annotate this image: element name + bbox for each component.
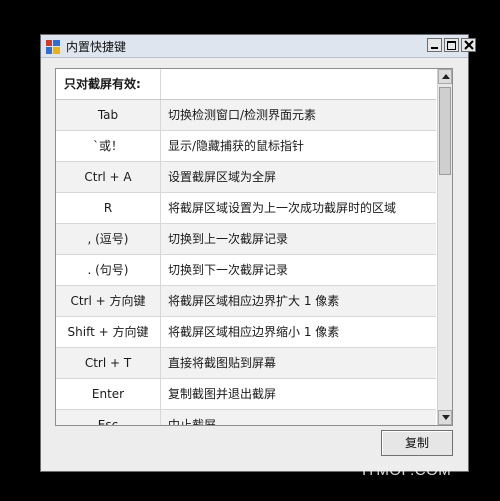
table-row[interactable]: Esc 中止截屏	[56, 410, 436, 426]
shortcut-window: 内置快捷键 只对截屏有效: Tab 切换检测窗口/检测界面元素 `或！ 显示/隐…	[40, 34, 476, 472]
shortcut-key: Shift + 方向键	[56, 317, 161, 347]
window-title: 内置快捷键	[66, 40, 127, 54]
table-header-row: 只对截屏有效:	[56, 69, 436, 100]
scroll-up-arrow-icon[interactable]	[438, 69, 452, 84]
table-row[interactable]: Ctrl + 方向键 将截屏区域相应边界扩大 1 像素	[56, 286, 436, 317]
shortcut-description: 显示/隐藏捕获的鼠标指针	[168, 139, 305, 153]
shortcut-key: Tab	[56, 100, 161, 130]
shortcut-table: 只对截屏有效: Tab 切换检测窗口/检测界面元素 `或！ 显示/隐藏捕获的鼠标…	[56, 69, 436, 426]
title-bar[interactable]: 内置快捷键	[41, 35, 476, 58]
table-row[interactable]: Ctrl + T 直接将截图贴到屏幕	[56, 348, 436, 379]
shortcut-key: , (逗号)	[56, 224, 161, 254]
shortcut-key: Esc	[56, 410, 161, 425]
app-icon	[46, 39, 60, 54]
shortcut-list[interactable]: 只对截屏有效: Tab 切换检测窗口/检测界面元素 `或！ 显示/隐藏捕获的鼠标…	[55, 68, 453, 426]
close-icon	[464, 40, 474, 50]
shortcut-key: Ctrl + 方向键	[56, 286, 161, 316]
shortcut-description: 切换到上一次截屏记录	[168, 232, 289, 246]
table-row[interactable]: Tab 切换检测窗口/检测界面元素	[56, 100, 436, 131]
shortcut-key: `或！	[56, 131, 161, 161]
shortcut-description: 将截屏区域相应边界缩小 1 像素	[168, 325, 340, 339]
shortcut-description: 切换到下一次截屏记录	[168, 263, 289, 277]
shortcut-description: 设置截屏区域为全屏	[168, 170, 277, 184]
table-row[interactable]: . (句号) 切换到下一次截屏记录	[56, 255, 436, 286]
table-row[interactable]: R 将截屏区域设置为上一次成功截屏时的区域	[56, 193, 436, 224]
shortcut-key: Ctrl + T	[56, 348, 161, 378]
screenshot-backdrop: 内置快捷键 只对截屏有效: Tab 切换检测窗口/检测界面元素 `或！ 显示/隐…	[0, 0, 500, 501]
shortcut-description: 将截屏区域相应边界扩大 1 像素	[168, 294, 340, 308]
shortcut-description: 中止截屏	[168, 418, 217, 426]
maximize-button[interactable]	[444, 38, 459, 52]
window-client-area: 只对截屏有效: Tab 切换检测窗口/检测界面元素 `或！ 显示/隐藏捕获的鼠标…	[41, 58, 468, 471]
shortcut-description: 复制截图并退出截屏	[168, 387, 277, 401]
table-row[interactable]: , (逗号) 切换到上一次截屏记录	[56, 224, 436, 255]
close-button[interactable]	[461, 38, 476, 52]
table-row[interactable]: `或！ 显示/隐藏捕获的鼠标指针	[56, 131, 436, 162]
shortcut-key: . (句号)	[56, 255, 161, 285]
table-row[interactable]: Enter 复制截图并退出截屏	[56, 379, 436, 410]
shortcut-key: R	[56, 193, 161, 223]
table-row[interactable]: Ctrl + A 设置截屏区域为全屏	[56, 162, 436, 193]
shortcut-description: 直接将截图贴到屏幕	[168, 356, 277, 370]
scrollbar-thumb[interactable]	[439, 87, 451, 175]
shortcut-description: 将截屏区域设置为上一次成功截屏时的区域	[168, 201, 397, 215]
shortcut-description: 切换检测窗口/检测界面元素	[168, 108, 317, 122]
header-desc-cell	[168, 69, 436, 99]
minimize-button[interactable]	[427, 38, 442, 52]
watermark-text: ITMOP.COM	[362, 462, 452, 479]
copy-button[interactable]: 复制	[381, 430, 453, 456]
vertical-scrollbar[interactable]	[437, 69, 452, 425]
shortcut-key: Ctrl + A	[56, 162, 161, 192]
table-row[interactable]: Shift + 方向键 将截屏区域相应边界缩小 1 像素	[56, 317, 436, 348]
shortcut-key: Enter	[56, 379, 161, 409]
header-key-cell: 只对截屏有效:	[56, 69, 161, 99]
scroll-down-arrow-icon[interactable]	[438, 410, 452, 425]
